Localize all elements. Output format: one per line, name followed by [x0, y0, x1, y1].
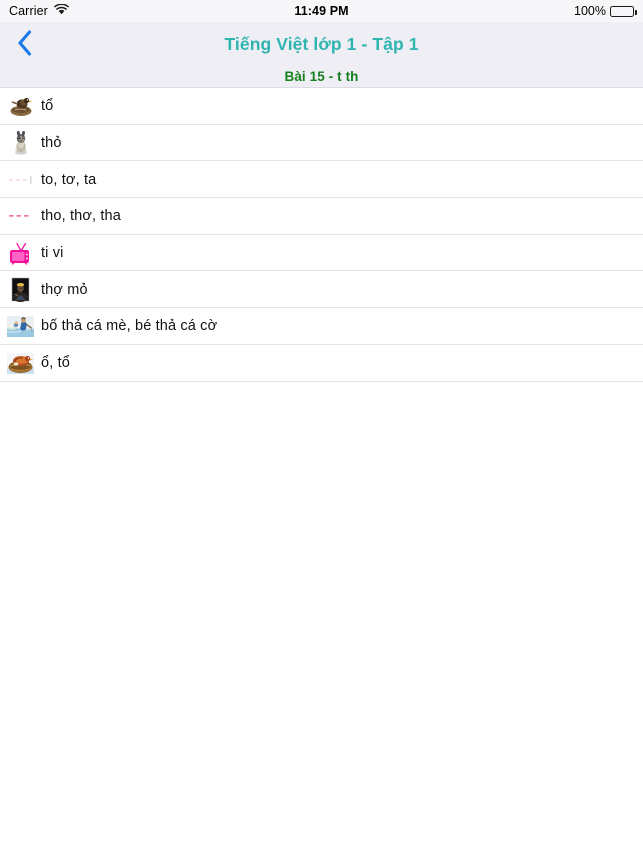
wifi-icon — [54, 3, 69, 18]
status-bar: Carrier 11:49 PM 100% — [0, 0, 643, 22]
list-item[interactable]: to, tơ, ta — [0, 161, 643, 199]
page-title: Tiếng Việt lớp 1 - Tập 1 — [224, 33, 419, 54]
lesson-subtitle: Bài 15 - t th — [284, 69, 359, 84]
app-screen: Carrier 11:49 PM 100% Tiếng Việt lớp 1 -… — [0, 0, 643, 857]
battery-full-icon — [610, 5, 637, 17]
chevron-left-icon — [17, 29, 32, 59]
list-item[interactable]: tổ — [0, 88, 643, 125]
faint-dots-icon — [7, 167, 34, 193]
list-item[interactable]: ổ, tổ — [0, 344, 643, 382]
television-icon — [7, 240, 34, 266]
list-item-label: ổ, tổ — [41, 355, 70, 372]
fishing-scene-photo-icon — [7, 313, 34, 339]
list-item-label: thợ mỏ — [41, 281, 88, 298]
rabbit-photo-icon — [7, 130, 34, 156]
list-item-label: tho, thơ, tha — [41, 208, 121, 225]
miner-photo-icon — [7, 277, 34, 303]
battery-percent-label: 100% — [574, 4, 606, 18]
nest-eggs-photo-icon — [7, 350, 34, 376]
pink-dots-icon — [7, 203, 34, 229]
list-item-label: ti vi — [41, 245, 64, 262]
list-item-label: tổ — [41, 98, 54, 115]
navigation-bar: Tiếng Việt lớp 1 - Tập 1 — [0, 22, 643, 66]
status-bar-clock: 11:49 PM — [294, 4, 349, 18]
list-item[interactable]: ti vi — [0, 234, 643, 272]
list-item[interactable]: thợ mỏ — [0, 271, 643, 309]
list-item-label: to, tơ, ta — [41, 171, 97, 188]
list-item-label: thỏ — [41, 135, 62, 152]
list-item[interactable]: bố thả cá mè, bé thả cá cờ — [0, 308, 643, 345]
status-bar-right: 100% — [574, 4, 637, 18]
list-item-label: bố thả cá mè, bé thả cá cờ — [41, 318, 218, 335]
lesson-subtitle-bar: Bài 15 - t th — [0, 66, 643, 88]
list-item[interactable]: tho, thơ, tha — [0, 198, 643, 235]
carrier-label: Carrier — [9, 4, 48, 18]
status-bar-left: Carrier — [9, 3, 69, 18]
back-button[interactable] — [0, 22, 48, 66]
bird-nest-photo-icon — [7, 93, 34, 119]
lesson-item-list: tổ thỏ to, tơ, ta tho, thơ, tha ti vi th… — [0, 88, 643, 382]
list-item[interactable]: thỏ — [0, 124, 643, 162]
